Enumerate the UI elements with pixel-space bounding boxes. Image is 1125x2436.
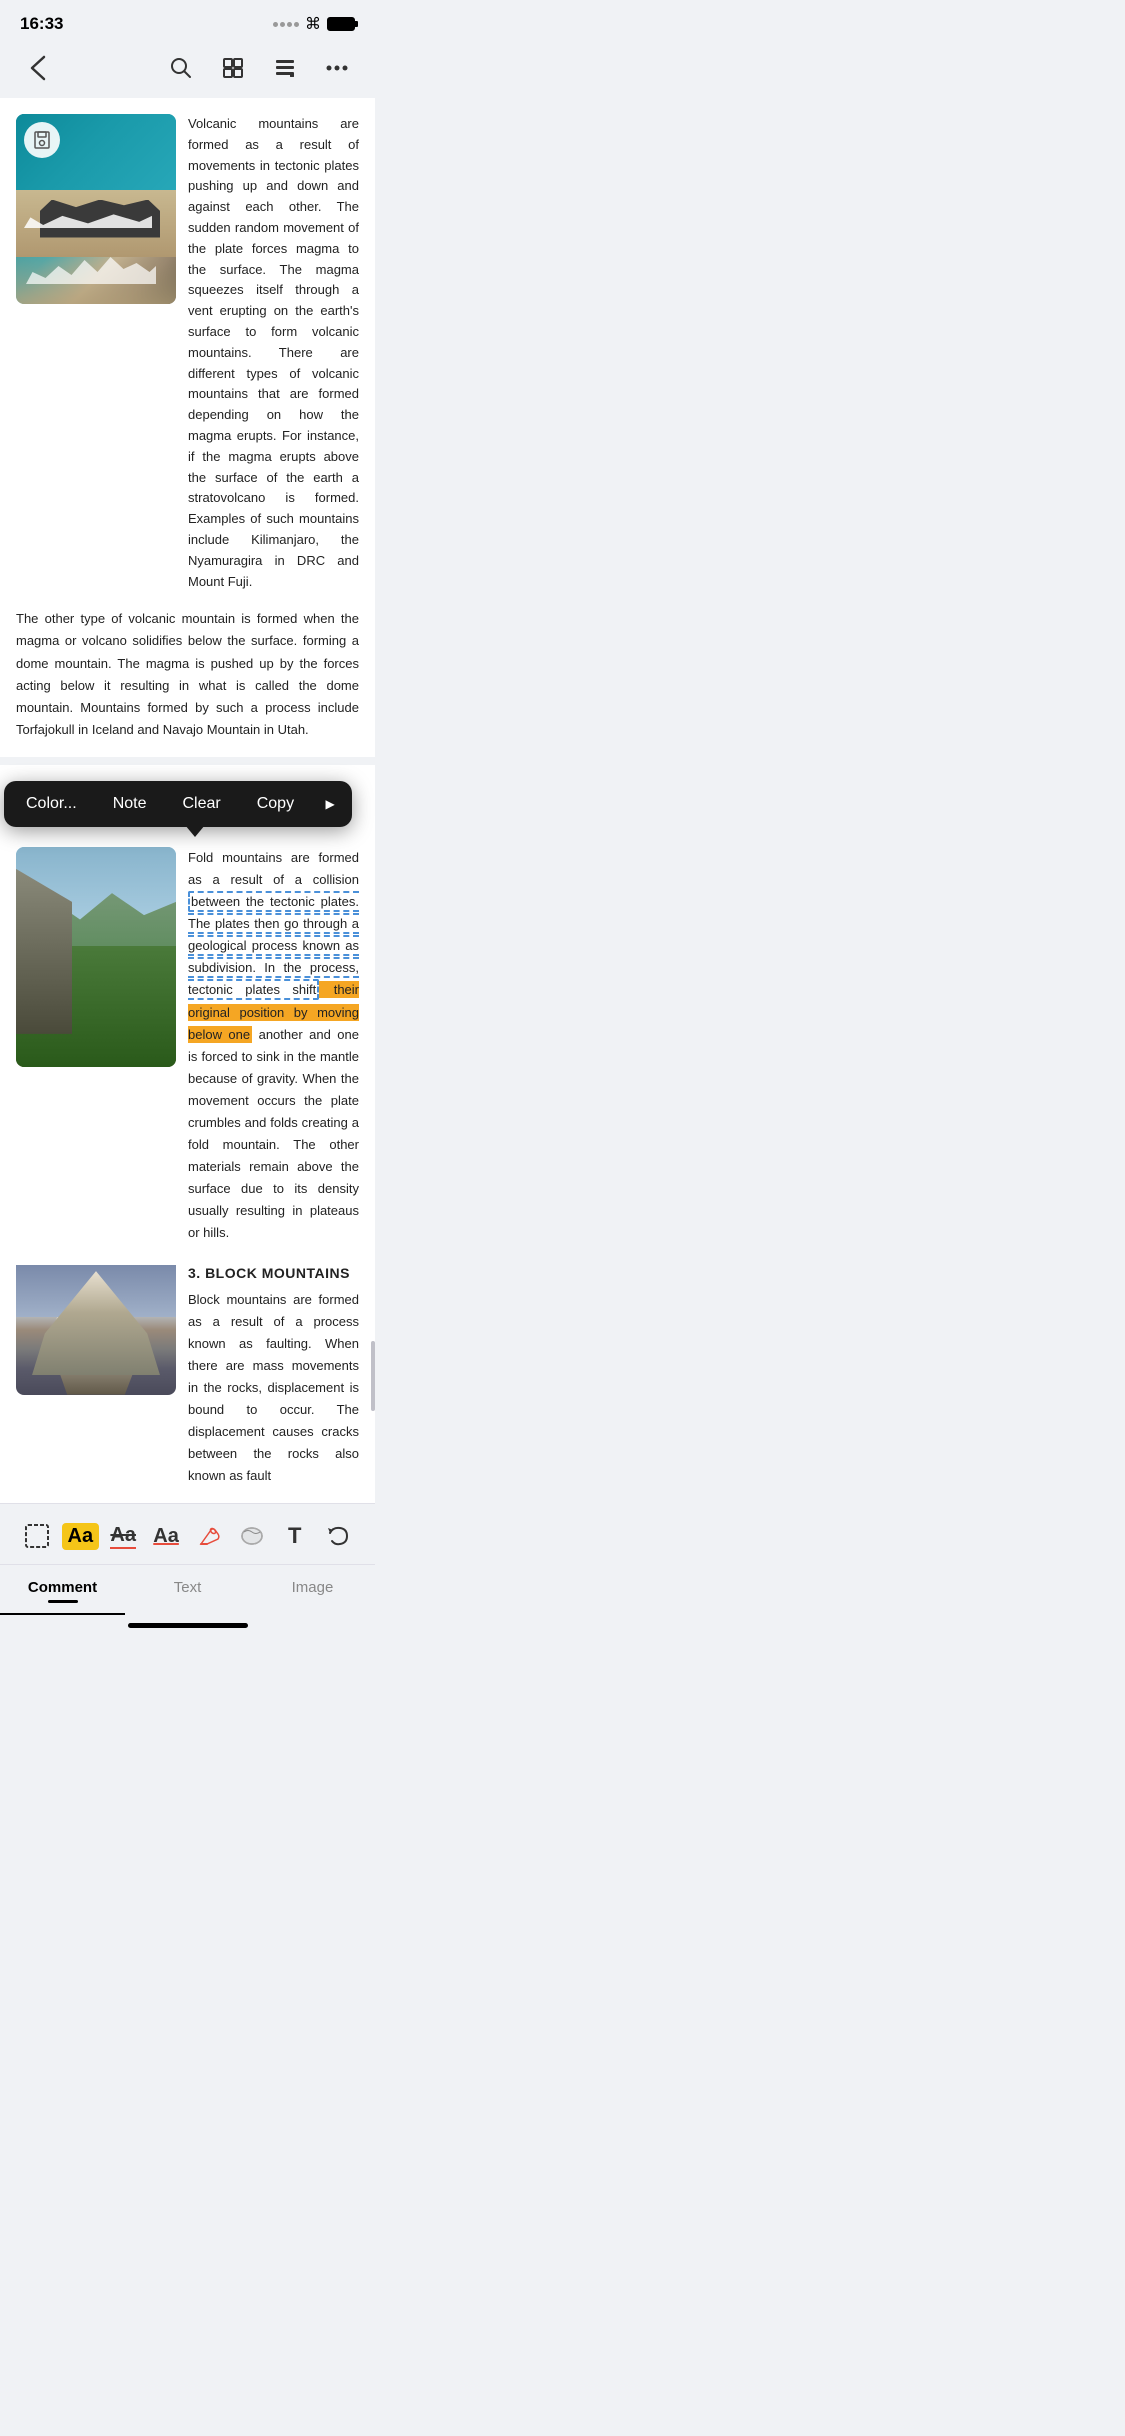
text-highlight-button[interactable]: Aa [59, 1514, 102, 1558]
article-section-2: Color... Note Clear Copy ▶ [0, 765, 375, 1504]
fold-mountains-section: Fold mountains are formed as a result of… [16, 847, 359, 1245]
signal-dots-icon [273, 22, 299, 27]
status-time: 16:33 [20, 14, 63, 34]
mountain-valley-image [16, 847, 176, 1067]
brush-eraser-button[interactable] [188, 1514, 231, 1558]
home-indicator [0, 1615, 375, 1640]
article-text-1: Volcanic mountains are formed as a resul… [188, 114, 359, 592]
block-mountain-image-container [16, 1265, 176, 1488]
rubber-eraser-button[interactable] [230, 1514, 273, 1558]
text-underline-button[interactable]: Aa [145, 1514, 188, 1558]
annotation-toolbar: Aa Aa Aa T [0, 1503, 375, 1564]
context-menu-clear-button[interactable]: Clear [164, 781, 238, 827]
block-mountains-text-area: 3. BLOCK MOUNTAINS Block mountains are f… [188, 1265, 359, 1488]
grid-view-button[interactable] [215, 50, 251, 86]
tab-comment[interactable]: Comment [0, 1565, 125, 1615]
bottom-tabs: Comment Text Image [0, 1564, 375, 1615]
wifi-icon: ⌘ [305, 14, 321, 34]
select-tool-button[interactable] [16, 1514, 59, 1558]
context-menu-next-button[interactable]: ▶ [312, 786, 348, 822]
save-button[interactable] [24, 122, 60, 158]
scroll-indicator [371, 1341, 375, 1411]
text-strikethrough-label: Aa [110, 1524, 136, 1549]
toolbar-right [163, 50, 355, 86]
section-separator [0, 757, 391, 765]
back-button[interactable] [20, 50, 56, 86]
context-menu-copy-button[interactable]: Copy [239, 781, 312, 827]
text-highlight-label: Aa [62, 1523, 100, 1550]
block-mountains-title: 3. BLOCK MOUNTAINS [188, 1265, 359, 1281]
text-strikethrough-button[interactable]: Aa [102, 1514, 145, 1558]
context-menu-tail [185, 825, 205, 837]
status-bar: 16:33 ⌘ [0, 0, 375, 42]
battery-icon [327, 17, 355, 31]
context-menu: Color... Note Clear Copy ▶ [4, 781, 352, 827]
article-content: Volcanic mountains are formed as a resul… [0, 98, 375, 1503]
block-mountain-image [16, 1265, 176, 1395]
mountain-image-container [16, 847, 176, 1245]
context-menu-area: Color... Note Clear Copy ▶ [16, 781, 359, 843]
tab-text[interactable]: Text [125, 1565, 250, 1615]
text-insert-button[interactable]: T [273, 1514, 316, 1558]
list-view-button[interactable] [267, 50, 303, 86]
article-section-1: Volcanic mountains are formed as a resul… [0, 98, 375, 757]
article-continuation-1: The other type of volcanic mountain is f… [16, 608, 359, 757]
article-image-container [16, 114, 176, 592]
text-underline-label: Aa [153, 1525, 179, 1548]
context-menu-color-button[interactable]: Color... [8, 781, 95, 827]
text-insert-label: T [288, 1523, 301, 1549]
context-menu-note-button[interactable]: Note [95, 781, 165, 827]
home-indicator-bar [128, 1623, 248, 1628]
search-button[interactable] [163, 50, 199, 86]
article-image-text-row: Volcanic mountains are formed as a resul… [16, 114, 359, 592]
block-mountains-section: 3. BLOCK MOUNTAINS Block mountains are f… [16, 1265, 359, 1488]
tab-image[interactable]: Image [250, 1565, 375, 1615]
block-mountains-text: Block mountains are formed as a result o… [188, 1289, 359, 1488]
more-options-button[interactable] [319, 50, 355, 86]
header-toolbar [0, 42, 375, 98]
status-icons: ⌘ [273, 14, 355, 34]
undo-button[interactable] [316, 1514, 359, 1558]
fold-mountains-text: Fold mountains are formed as a result of… [188, 847, 359, 1245]
